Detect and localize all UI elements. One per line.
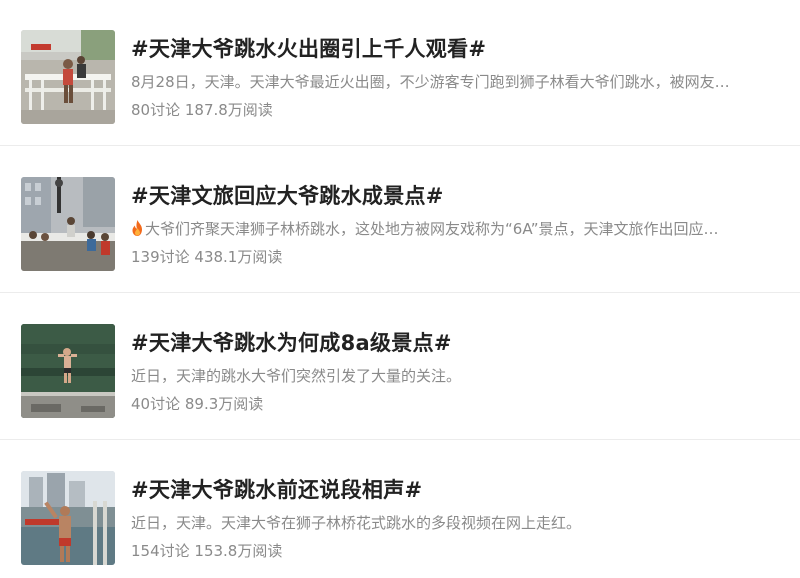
topic-thumbnail[interactable] [21, 177, 115, 271]
topic-title[interactable]: #天津大爷跳水为何成8a级景点# [131, 327, 452, 357]
topic-item[interactable]: #天津大爷跳水前还说段相声# 近日，天津。天津大爷在狮子林桥花式跳水的多段视频在… [0, 441, 800, 578]
topic-title[interactable]: #天津大爷跳水火出圈引上千人观看# [131, 33, 486, 63]
bridge-crowd-photo [21, 30, 115, 124]
topic-stats: 80讨论 187.8万阅读 [131, 101, 273, 119]
topic-stats: 154讨论 153.8万阅读 [131, 542, 283, 560]
topic-title[interactable]: #天津文旅回应大爷跳水成景点# [131, 180, 444, 210]
topic-title[interactable]: #天津大爷跳水前还说段相声# [131, 474, 422, 504]
topic-thumbnail[interactable] [21, 471, 115, 565]
topic-description: 近日，天津。天津大爷在狮子林桥花式跳水的多段视频在网上走红。 [131, 514, 582, 532]
topic-description-text: 大爷们齐聚天津狮子林桥跳水，这处地方被网友戏称为“6A”景点，天津文旅作出回应… [145, 220, 719, 238]
fire-icon [131, 220, 144, 236]
topic-thumbnail[interactable] [21, 30, 115, 124]
topic-item[interactable]: #天津文旅回应大爷跳水成景点# 大爷们齐聚天津狮子林桥跳水，这处地方被网友戏称为… [0, 147, 800, 293]
topic-description: 近日，天津的跳水大爷们突然引发了大量的关注。 [131, 367, 462, 385]
topic-item[interactable]: #天津大爷跳水火出圈引上千人观看# 8月28日，天津。天津大爷最近火出圈，不少游… [0, 0, 800, 146]
topic-stats: 139讨论 438.1万阅读 [131, 248, 283, 266]
topic-thumbnail[interactable] [21, 324, 115, 418]
topic-description: 大爷们齐聚天津狮子林桥跳水，这处地方被网友戏称为“6A”景点，天津文旅作出回应… [131, 218, 771, 239]
crowd-on-bridge-photo [21, 177, 115, 271]
man-waving-photo [21, 471, 115, 565]
topic-item[interactable]: #天津大爷跳水为何成8a级景点# 近日，天津的跳水大爷们突然引发了大量的关注。 … [0, 294, 800, 440]
topic-description: 8月28日，天津。天津大爷最近火出圈，不少游客专门跑到狮子林看大爷们跳水，被网友… [131, 73, 730, 91]
topic-list: #天津大爷跳水火出圈引上千人观看# 8月28日，天津。天津大爷最近火出圈，不少游… [0, 0, 800, 578]
topic-stats: 40讨论 89.3万阅读 [131, 395, 264, 413]
diver-in-air-photo [21, 324, 115, 418]
